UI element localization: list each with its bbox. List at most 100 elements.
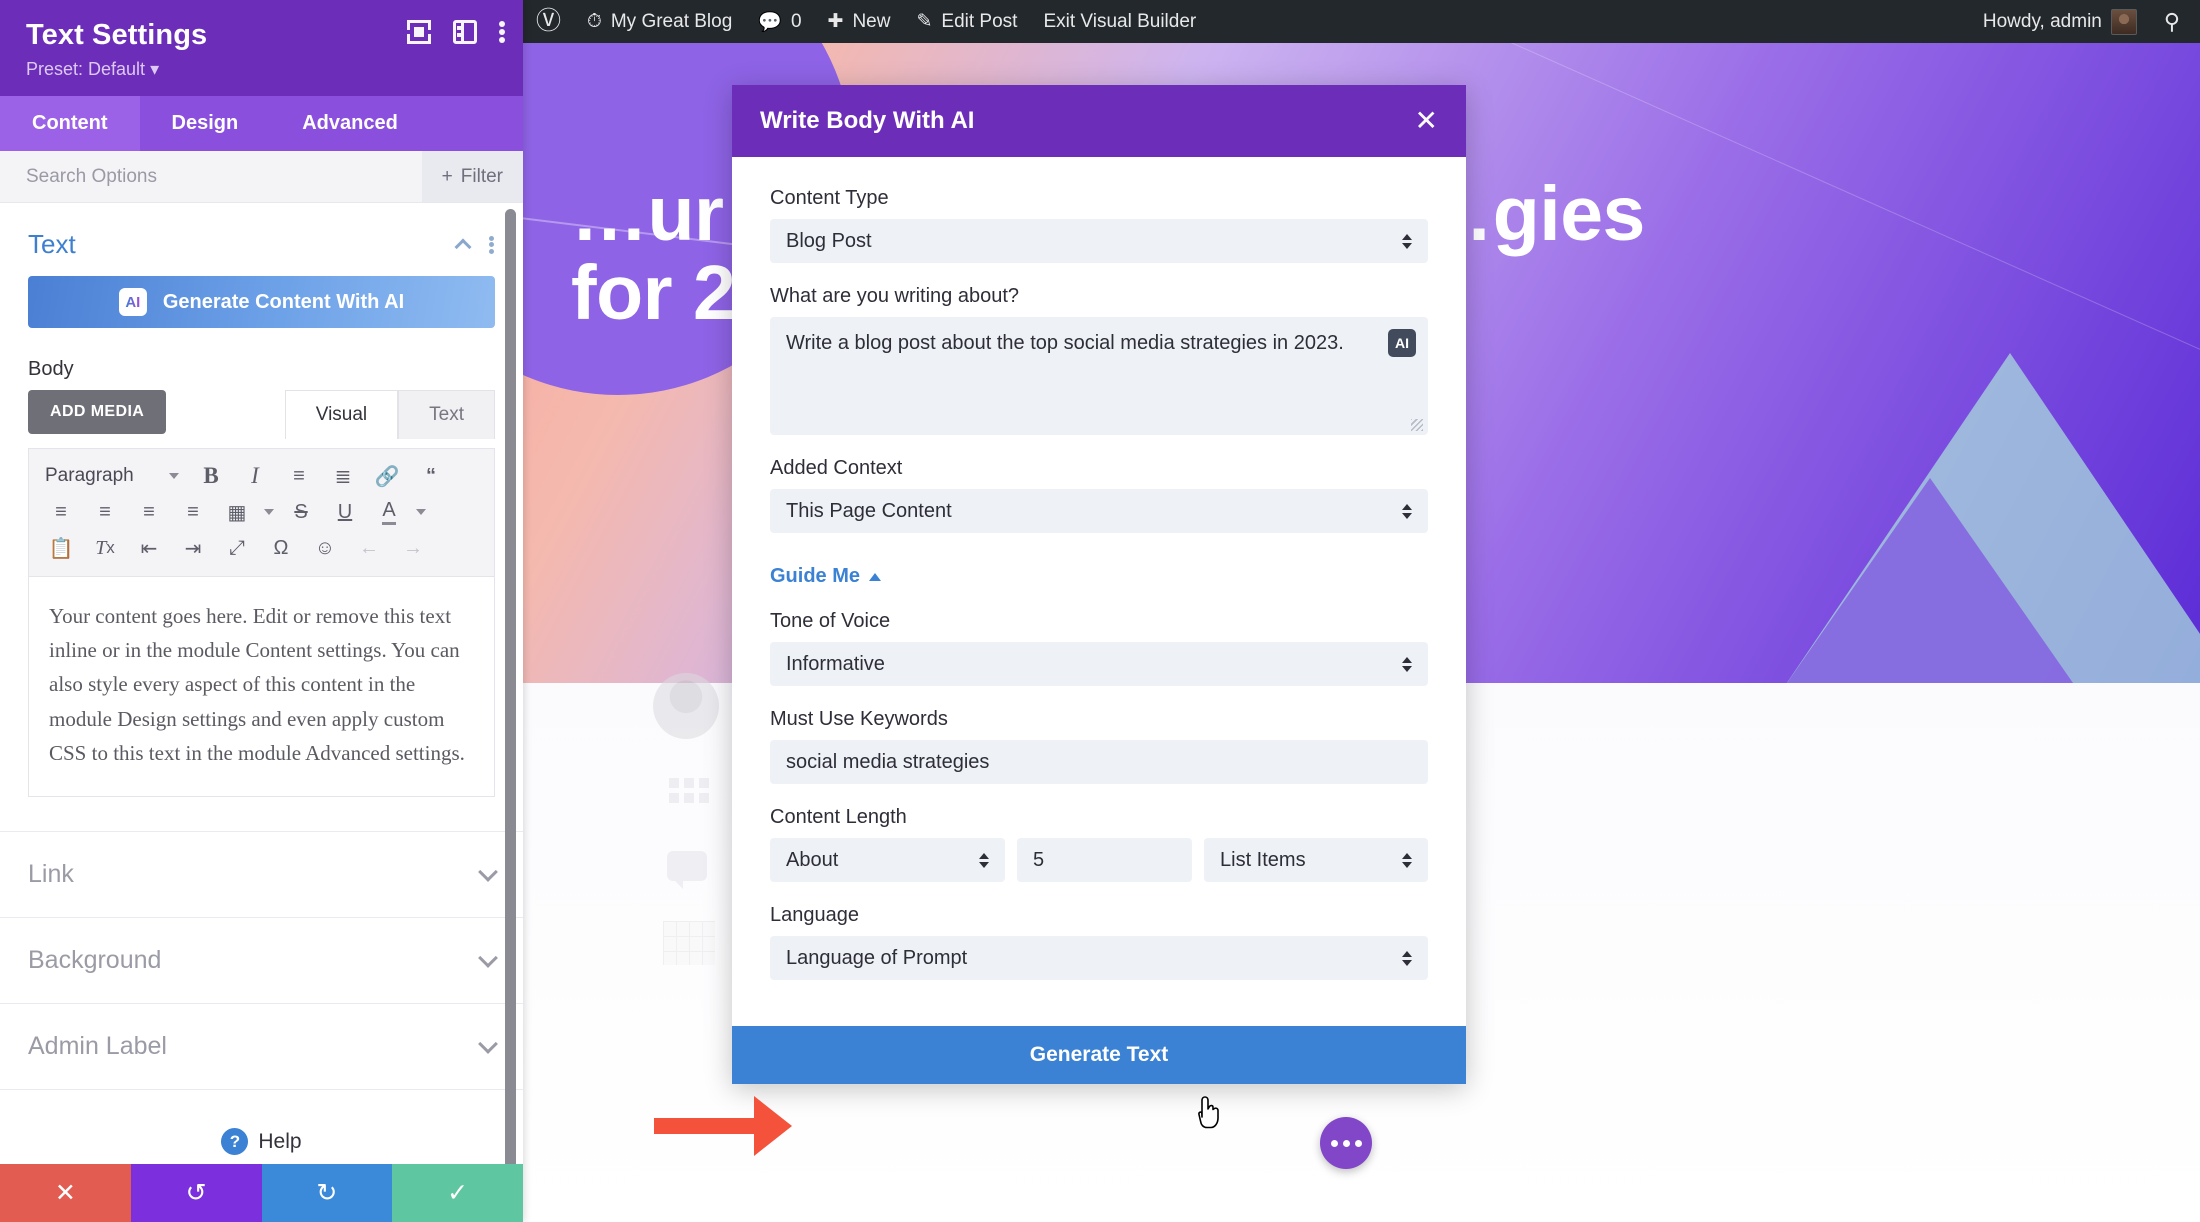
add-media-button[interactable]: ADD MEDIA — [28, 390, 167, 434]
underline-icon[interactable]: U — [323, 495, 367, 529]
fullscreen-icon[interactable]: ⤢ — [215, 531, 259, 565]
text-section-header: Text — [0, 203, 523, 270]
indent-icon[interactable]: ⇥ — [171, 531, 215, 565]
prompt-textarea[interactable]: Write a blog post about the top social m… — [770, 317, 1428, 435]
align-left-icon[interactable]: ≡ — [39, 495, 83, 529]
ai-badge-icon: AI — [118, 288, 147, 316]
select-arrows-icon — [1402, 656, 1412, 672]
align-center-icon[interactable]: ≡ — [83, 495, 127, 529]
chevron-up-icon[interactable] — [454, 238, 472, 255]
bold-icon[interactable]: B — [189, 459, 233, 493]
length-number-input[interactable]: 5 — [1017, 838, 1192, 882]
search-icon[interactable]: ⚲ — [2150, 9, 2200, 35]
clear-formatting-icon[interactable]: Tx — [83, 531, 127, 565]
comments-count: 0 — [790, 10, 802, 32]
dot — [1342, 1139, 1350, 1147]
new-content-menu[interactable]: ✚ New — [815, 0, 904, 43]
emoji-icon[interactable]: ☺ — [303, 531, 347, 565]
table-icon[interactable]: ▦ — [215, 495, 259, 529]
section-more-icon[interactable] — [489, 235, 495, 254]
chevron-down-icon — [169, 473, 179, 479]
mouse-cursor — [1198, 1096, 1219, 1129]
preset-selector[interactable]: Preset: Default ▾ — [26, 59, 497, 80]
focus-mode-icon[interactable] — [407, 20, 431, 44]
settings-accordion: Link Background Admin Label — [0, 831, 523, 1091]
must-use-keywords-label: Must Use Keywords — [770, 708, 948, 730]
chevron-down-icon — [478, 947, 498, 968]
select-arrows-icon — [1402, 950, 1412, 966]
chevron-down-icon — [478, 861, 498, 882]
accordion-link[interactable]: Link — [0, 831, 523, 919]
layout-panel-icon[interactable] — [453, 20, 477, 44]
link-icon[interactable]: 🔗 — [365, 459, 409, 493]
tab-design[interactable]: Design — [140, 96, 271, 151]
search-input[interactable]: Search Options — [26, 166, 157, 188]
help-link[interactable]: ? Help — [0, 1090, 523, 1164]
settings-tabs: Content Design Advanced — [0, 96, 523, 151]
generate-content-with-ai-button[interactable]: AI Generate Content With AI — [28, 276, 495, 328]
align-right-icon[interactable]: ≡ — [127, 495, 171, 529]
bulleted-list-icon[interactable]: ≡ — [277, 459, 321, 493]
format-select[interactable]: Paragraph — [39, 465, 189, 487]
accordion-admin-label[interactable]: Admin Label — [0, 1004, 523, 1091]
text-color-icon[interactable]: A — [367, 495, 411, 529]
align-justify-icon[interactable]: ≡ — [171, 495, 215, 529]
tab-content[interactable]: Content — [0, 96, 140, 151]
modal-title: Write Body With AI — [760, 107, 975, 134]
sidebar-header: Text Settings Preset: Default ▾ — [0, 0, 523, 96]
filter-button[interactable]: + Filter — [421, 151, 523, 202]
undo-icon[interactable]: ← — [347, 531, 391, 565]
chevron-down-icon[interactable] — [259, 495, 279, 529]
chevron-up-icon — [869, 572, 882, 581]
comments-menu[interactable]: 💬 0 — [745, 0, 814, 43]
added-context-select[interactable]: This Page Content — [770, 489, 1428, 533]
strikethrough-icon[interactable]: S — [279, 495, 323, 529]
content-type-label: Content Type — [770, 187, 889, 209]
body-field-label: Body — [28, 358, 74, 380]
discard-button[interactable]: ✕ — [0, 1164, 131, 1222]
must-use-keywords-input[interactable]: social media strategies — [770, 740, 1428, 784]
undo-button[interactable]: ↺ — [130, 1164, 262, 1222]
generate-text-button[interactable]: Generate Text — [732, 1026, 1466, 1084]
paste-as-text-icon[interactable]: 📋 — [39, 531, 83, 565]
redo-button[interactable]: ↻ — [261, 1164, 393, 1222]
redo-icon[interactable]: → — [391, 531, 435, 565]
ai-badge-icon[interactable]: AI — [1388, 329, 1416, 357]
tab-advanced[interactable]: Advanced — [270, 96, 430, 151]
floating-options-button[interactable] — [1320, 1117, 1372, 1169]
numbered-list-icon[interactable]: ≣ — [321, 459, 365, 493]
language-select[interactable]: Language of Prompt — [770, 936, 1428, 980]
close-icon[interactable]: ✕ — [1415, 107, 1438, 135]
howdy-label: Howdy, admin — [1982, 10, 2102, 32]
length-unit-select[interactable]: List Items — [1204, 838, 1428, 882]
blockquote-icon[interactable]: “ — [409, 459, 453, 493]
resize-handle[interactable] — [1411, 419, 1423, 431]
outdent-icon[interactable]: ⇤ — [127, 531, 171, 565]
select-arrows-icon — [979, 852, 989, 868]
tone-of-voice-select[interactable]: Informative — [770, 642, 1428, 686]
more-options-icon[interactable] — [499, 21, 505, 43]
italic-icon[interactable]: I — [233, 459, 277, 493]
editor-tab-text[interactable]: Text — [398, 390, 495, 439]
special-character-icon[interactable]: Ω — [259, 531, 303, 565]
guide-me-toggle[interactable]: Guide Me — [770, 565, 1428, 588]
modal-body: Content Type Blog Post What are you writ… — [732, 157, 1466, 1000]
dot — [1354, 1139, 1362, 1147]
wordpress-logo-menu[interactable]: Ⓥ — [523, 0, 574, 43]
save-button[interactable]: ✓ — [392, 1164, 523, 1222]
content-type-select[interactable]: Blog Post — [770, 219, 1428, 263]
user-account-menu[interactable]: Howdy, admin — [1970, 0, 2150, 43]
body-text-editor[interactable]: Your content goes here. Edit or remove t… — [28, 577, 495, 798]
sidebar-scrollbar[interactable] — [505, 203, 516, 1164]
exit-visual-builder-link[interactable]: Exit Visual Builder — [1030, 0, 1209, 43]
edit-post-link[interactable]: ✎ Edit Post — [903, 0, 1030, 43]
plus-icon: ✚ — [827, 11, 844, 32]
editor-tab-visual[interactable]: Visual — [284, 390, 399, 439]
select-arrows-icon — [1402, 852, 1412, 868]
site-name-menu[interactable]: ⏱ My Great Blog — [574, 0, 745, 43]
dot — [1330, 1139, 1338, 1147]
chevron-down-icon[interactable] — [411, 495, 431, 529]
annotation-arrow — [654, 1096, 792, 1156]
length-qualifier-select[interactable]: About — [770, 838, 1005, 882]
accordion-background[interactable]: Background — [0, 918, 523, 1005]
